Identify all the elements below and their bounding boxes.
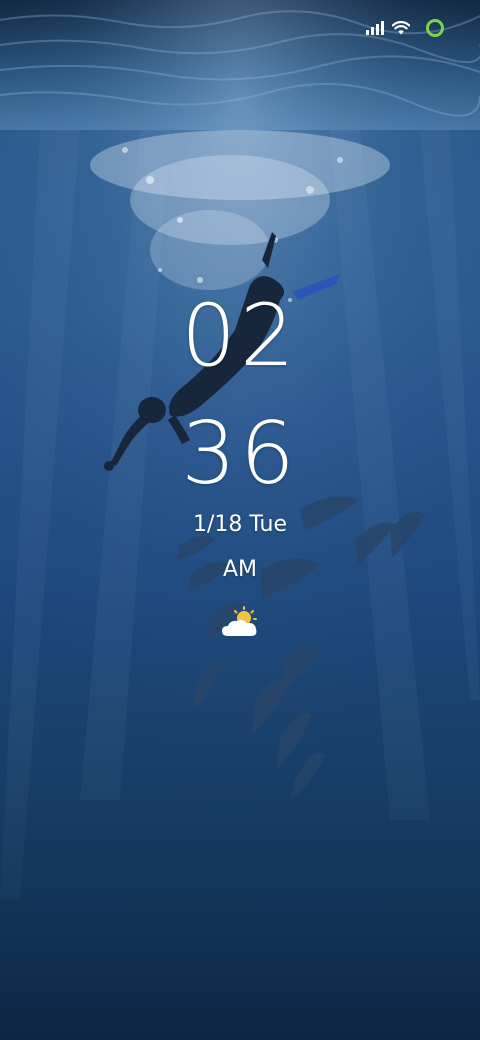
- lock-screen: 02 36 1/18 Tue AM: [0, 0, 480, 1040]
- battery-ring-icon: [426, 19, 444, 37]
- wifi-icon: [392, 21, 410, 35]
- status-bar: [366, 16, 446, 40]
- clock-hour: 02: [181, 286, 299, 386]
- ampm-label: AM: [222, 557, 258, 582]
- date-label: 1/18 Tue: [193, 512, 287, 537]
- clock-minute: 36: [181, 404, 299, 504]
- cellular-signal-icon: [366, 21, 384, 35]
- partly-cloudy-icon: [222, 606, 257, 636]
